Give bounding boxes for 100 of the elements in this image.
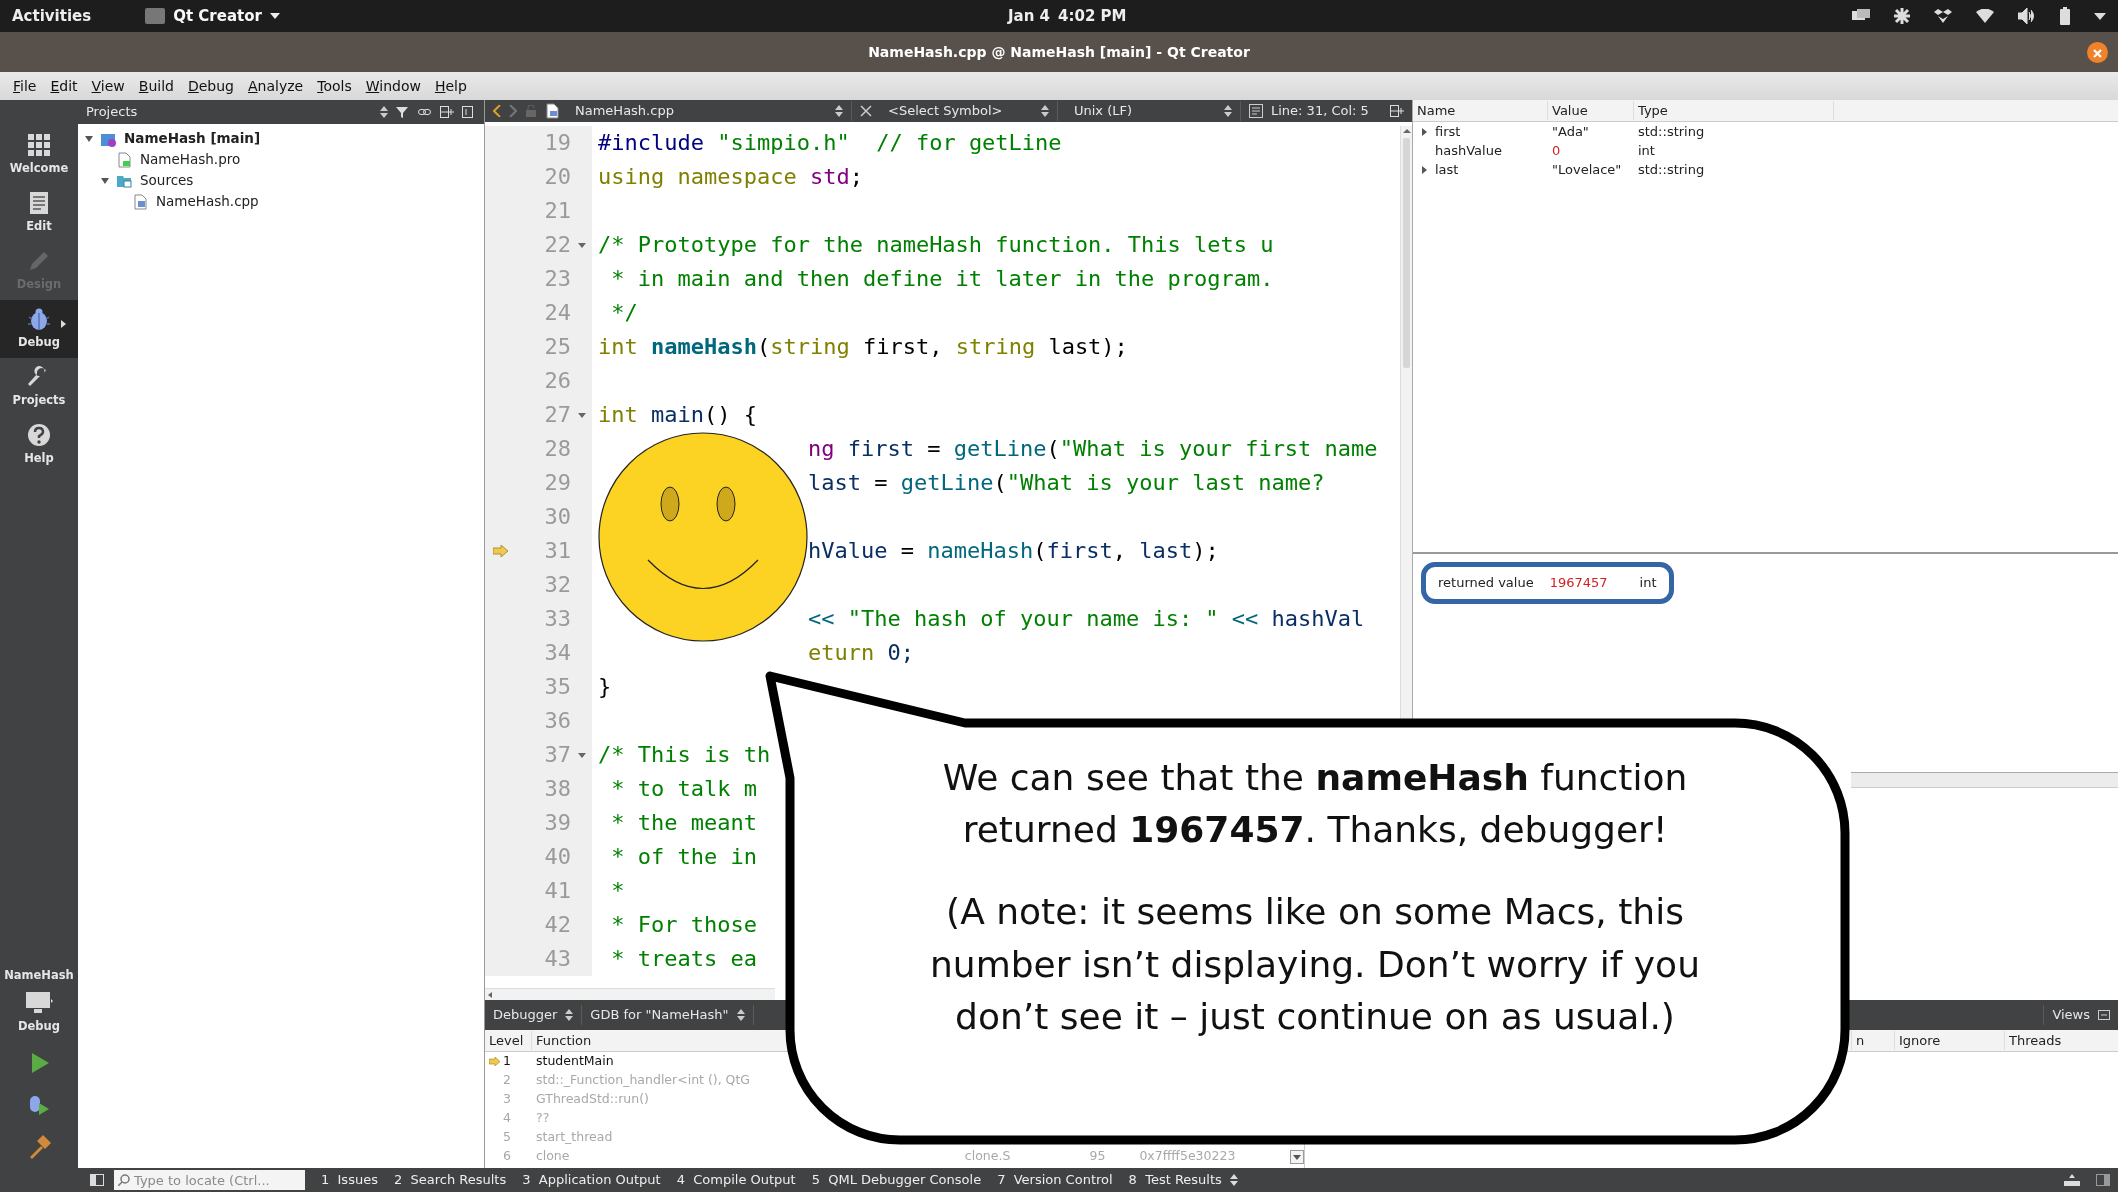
app-icon [145, 8, 166, 24]
symbol-selector[interactable]: <Select Symbol> [880, 101, 1058, 121]
horizontal-scrollbar[interactable] [485, 988, 775, 1000]
target-selector[interactable]: Debug [0, 984, 78, 1042]
volume-icon[interactable] [2018, 8, 2036, 24]
column-header[interactable]: Function [532, 1030, 772, 1051]
display-icon[interactable] [1852, 9, 1870, 23]
menu-item[interactable]: File [6, 75, 44, 97]
views-button[interactable]: Views [2043, 1005, 2118, 1025]
variable-value: "Ada" [1551, 122, 1590, 141]
bug-play-icon [27, 1093, 51, 1117]
callout-text: We can see that the nameHash function returned 1967457. Thanks, debugger! [941, 756, 1689, 853]
menu-item[interactable]: Window [358, 75, 428, 97]
menu-item[interactable]: Analyze [241, 75, 311, 97]
scrollbar-thumb[interactable] [1403, 138, 1410, 368]
link-icon[interactable] [418, 106, 432, 118]
mode-button[interactable]: Help [0, 416, 78, 474]
menu-item[interactable]: Tools [310, 75, 359, 97]
code-line: * the meant [610, 810, 757, 835]
caret-icon[interactable] [2094, 12, 2106, 20]
date-text: Jan 4 [1008, 5, 1051, 27]
column-header[interactable]: Type [1634, 100, 1834, 121]
line-ending-selector[interactable]: Unix (LF) [1066, 101, 1241, 121]
code-line: #include "simpio.h" // for getLine [598, 130, 1062, 155]
callout-text: (A note: it seems like on some Macs, this number isn’t displaying. Don’t worry if you don’t see it – just continue on as usual.) [929, 890, 1701, 1039]
expand-arrow-icon[interactable] [1421, 127, 1427, 136]
activities-button[interactable]: Activities [12, 4, 92, 28]
output-pane-button[interactable]: 8 Test Results [1120, 1170, 1230, 1190]
line-number: 42 [543, 911, 571, 939]
output-pane-button[interactable]: 2 Search Results [385, 1170, 515, 1190]
menu-item[interactable]: Help [427, 75, 474, 97]
expanded-arrow-icon[interactable] [101, 177, 109, 184]
column-header[interactable]: Value [1548, 100, 1634, 121]
wifi-icon[interactable] [1976, 9, 1994, 23]
filter-icon[interactable] [396, 106, 410, 118]
tree-item[interactable]: Sources [140, 170, 194, 191]
help-icon [27, 422, 51, 447]
tree-item[interactable]: NameHash.cpp [156, 191, 259, 212]
menu-item[interactable]: Edit [43, 75, 85, 97]
time-text[interactable]: 4:02 PM [1058, 4, 1127, 28]
tree-item[interactable]: NameHash [main] [124, 128, 261, 149]
mode-button[interactable]: Welcome [0, 126, 78, 184]
split-icon[interactable] [440, 106, 454, 118]
expanded-arrow-icon[interactable] [85, 135, 93, 142]
bug-icon [27, 306, 51, 331]
fold-arrow-icon[interactable] [577, 412, 586, 418]
line-number: 31 [543, 537, 571, 565]
panel-toggle-icon[interactable] [2064, 1174, 2080, 1186]
locator-field[interactable]: Type to locate (Ctrl... [114, 1170, 305, 1190]
output-pane-button[interactable]: 4 Compile Output [668, 1170, 804, 1190]
close-pane-icon[interactable] [462, 106, 476, 118]
line-number: 21 [543, 197, 571, 225]
engine-selector[interactable]: GDB for "NameHash" [582, 1005, 754, 1025]
code-line: using namespace std; [598, 164, 863, 189]
close-icon[interactable] [860, 105, 872, 117]
sort-arrows-icon [835, 105, 843, 117]
fold-arrow-icon[interactable] [577, 752, 586, 758]
line-number: 24 [543, 299, 571, 327]
variable-type: std::string [1637, 160, 1706, 179]
code-line: * For those [610, 912, 757, 937]
document-icon [132, 193, 148, 210]
output-pane-button[interactable]: 5 QML Debugger Console [803, 1170, 990, 1190]
column-header[interactable]: Level [485, 1030, 532, 1051]
menu-item[interactable]: Debug [180, 75, 241, 97]
scroll-up-icon[interactable] [1401, 126, 1413, 136]
stack-level: 2 [503, 1071, 511, 1090]
menu-item[interactable]: View [84, 75, 132, 97]
window-title: NameHash.cpp @ NameHash [main] - Qt Creator [868, 42, 1250, 62]
output-pane-button[interactable]: 3 Application Output [514, 1170, 669, 1190]
code-line: * to talk m [610, 776, 757, 801]
app-menu[interactable]: Qt Creator [139, 3, 286, 29]
battery-icon[interactable] [2060, 7, 2070, 25]
split-icon[interactable] [1390, 105, 1404, 117]
stack-level: 1 [503, 1052, 511, 1071]
tree-item[interactable]: NameHash.pro [140, 149, 241, 170]
column-header[interactable]: Threads [2004, 1030, 2114, 1051]
code-line: int nameHash(string first, string last); [598, 334, 1128, 359]
mode-button[interactable]: Edit [0, 184, 78, 242]
code-line: * of the in [610, 844, 757, 869]
code-line: * treats ea [610, 946, 757, 971]
stack-function: clone [535, 1148, 570, 1164]
column-header[interactable]: n [1851, 1030, 1894, 1051]
fold-arrow-icon[interactable] [577, 242, 586, 248]
asterisk-icon[interactable] [1894, 8, 1910, 24]
menu-item[interactable]: Build [131, 75, 181, 97]
column-header[interactable]: Name [1413, 100, 1548, 121]
sidebar-icon[interactable] [2096, 1174, 2110, 1186]
debugger-selector[interactable]: Debugger [485, 1005, 583, 1025]
close-button[interactable] [2087, 42, 2108, 63]
mode-button[interactable]: Projects [0, 358, 78, 416]
output-pane-button[interactable]: 7 Version Control [989, 1170, 1121, 1190]
output-pane-button[interactable]: 1 Issues [313, 1170, 386, 1190]
mode-button[interactable]: Debug [0, 300, 78, 358]
return-value-name: returned value [1438, 574, 1534, 592]
file-selector[interactable]: NameHash.cpp [567, 101, 852, 121]
variable-type: std::string [1637, 122, 1706, 141]
column-header[interactable]: Ignore [1894, 1030, 2004, 1051]
expand-arrow-icon[interactable] [1421, 165, 1427, 174]
variable-type: int [1637, 141, 1656, 160]
box-icon[interactable] [1934, 9, 1952, 23]
